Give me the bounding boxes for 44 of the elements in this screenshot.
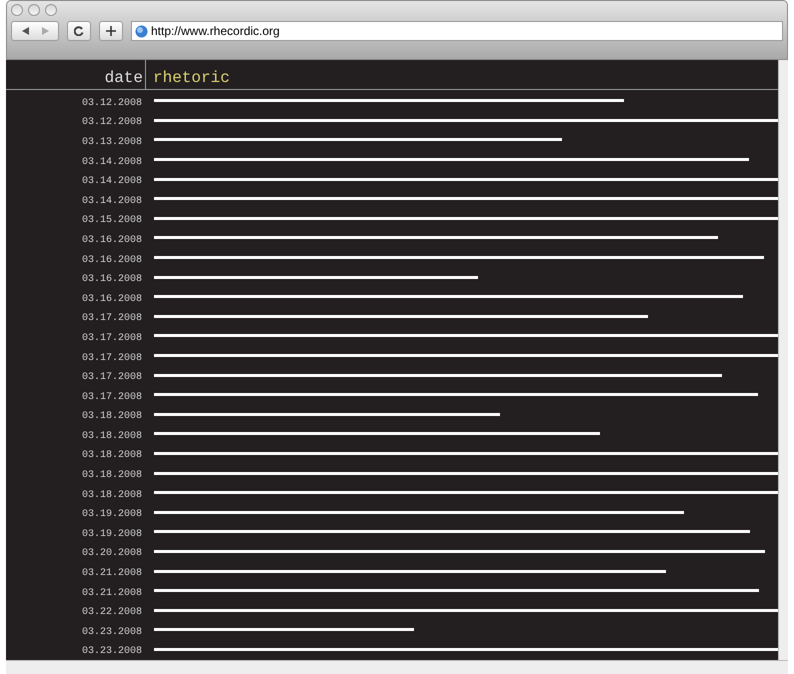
date-cell: 03.15.2008 — [82, 215, 142, 226]
date-cell: 03.23.2008 — [82, 626, 142, 638]
date-cell: 03.17.2008 — [82, 392, 142, 403]
date-cell: 03.14.2008 — [82, 156, 142, 168]
date-cell: 03.12.2008 — [82, 98, 142, 109]
date-cell: 03.17.2008 — [82, 313, 142, 324]
date-cell: 03.17.2008 — [82, 372, 142, 384]
date-cell: 03.23.2008 — [82, 646, 142, 658]
date-cell: 03.16.2008 — [82, 274, 142, 286]
reload-button[interactable] — [67, 21, 91, 41]
date-cell: 03.21.2008 — [82, 568, 142, 580]
window-control-icon[interactable] — [45, 4, 57, 16]
address-field[interactable]: http://www.rhecordic.org — [131, 21, 783, 41]
date-cell: 03.19.2008 — [82, 509, 142, 520]
date-cell: 03.20.2008 — [82, 548, 142, 560]
add-bookmark-button[interactable] — [99, 21, 123, 41]
date-cell: 03.18.2008 — [82, 450, 142, 462]
date-cell: 03.16.2008 — [82, 254, 142, 266]
date-cell: 03.14.2008 — [82, 176, 142, 188]
date-cell: 03.16.2008 — [82, 234, 142, 246]
window-control-icon[interactable] — [11, 4, 23, 16]
window-control-icon[interactable] — [28, 4, 40, 16]
date-cell: 03.21.2008 — [82, 588, 142, 599]
url-text: http://www.rhecordic.org — [151, 23, 280, 40]
date-cell: 03.18.2008 — [82, 430, 142, 442]
date-cell: 03.17.2008 — [82, 332, 142, 344]
date-cell: 03.18.2008 — [82, 411, 142, 422]
back-forward-button[interactable] — [11, 21, 59, 41]
date-cell: 03.14.2008 — [82, 196, 142, 207]
back-arrow-icon[interactable] — [22, 27, 30, 35]
reload-icon — [74, 26, 84, 36]
plus-icon — [106, 26, 116, 36]
globe-icon — [135, 24, 148, 38]
date-cell: 03.13.2008 — [82, 136, 142, 148]
date-cell: 03.16.2008 — [82, 294, 142, 305]
date-cell: 03.19.2008 — [82, 528, 142, 540]
date-cell: 03.18.2008 — [82, 490, 142, 501]
date-cell: 03.12.2008 — [82, 117, 142, 128]
column-header: date — [104, 69, 143, 87]
column-header: rhetoric — [153, 69, 230, 87]
date-cell: 03.22.2008 — [82, 607, 142, 618]
date-cell: 03.17.2008 — [82, 352, 142, 364]
date-cell: 03.18.2008 — [82, 470, 142, 482]
forward-arrow-icon[interactable] — [40, 27, 48, 35]
